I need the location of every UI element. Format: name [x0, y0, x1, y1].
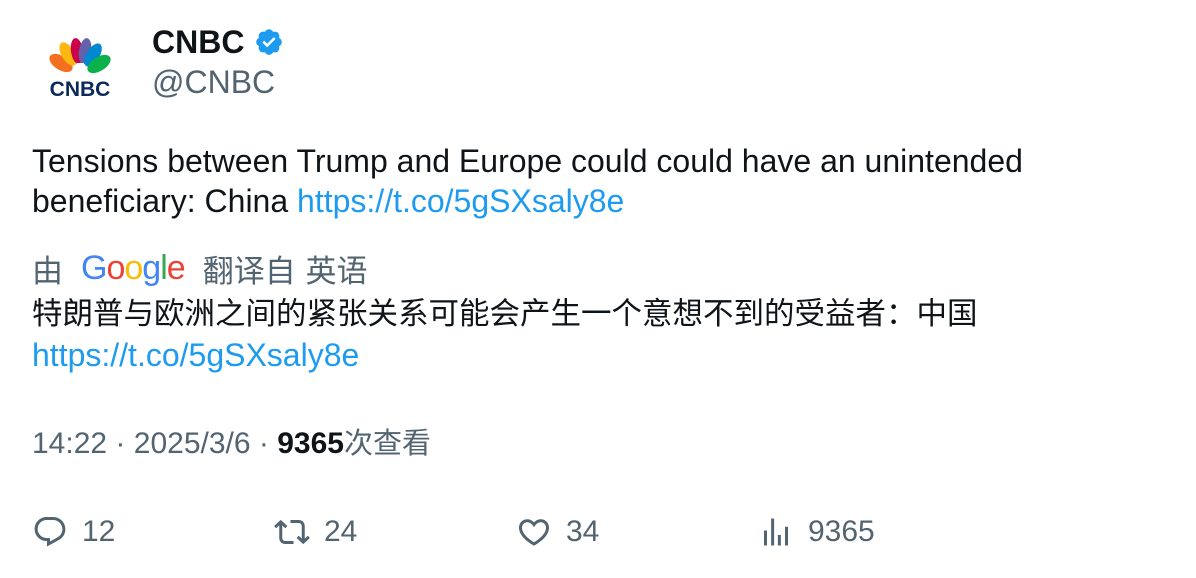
translation-from-label: 翻译自 英语 [202, 253, 368, 290]
translated-link[interactable]: https://t.co/5gSXsaly8e [32, 335, 359, 375]
reply-icon [34, 517, 66, 547]
reply-button[interactable]: 12 [32, 510, 115, 554]
tweet-card: CNBC CNBC @CNBC Tensions between Trump a… [0, 0, 1196, 578]
cnbc-peacock-logo-icon: CNBC [49, 38, 111, 101]
retweet-button[interactable]: 24 [274, 510, 357, 554]
reply-count: 12 [82, 515, 116, 548]
like-count: 34 [566, 515, 600, 548]
views-action-count: 9365 [808, 515, 875, 548]
retweet-count: 24 [324, 515, 358, 548]
meta-separator: · [115, 427, 126, 460]
views-count: 9365 [277, 427, 344, 460]
author-handle[interactable]: @CNBC [152, 62, 275, 102]
author-display-name[interactable]: CNBC [152, 22, 284, 62]
tweet-time[interactable]: 14:22 [32, 427, 107, 460]
translation-attribution: 由 Google 翻译自 英语 [32, 246, 368, 290]
google-logo: Google [81, 248, 186, 287]
verified-badge-icon [256, 29, 283, 55]
translation-by-label: 由 [32, 253, 63, 290]
cnbc-avatar[interactable]: CNBC [32, 24, 128, 120]
heart-icon [518, 519, 550, 546]
tweet-date[interactable]: 2025/3/6 [134, 427, 251, 460]
cnbc-logo-wordmark: CNBC [50, 78, 111, 101]
tweet-text: Tensions between Trump and Europe could … [32, 141, 1152, 221]
author-name-text[interactable]: CNBC [152, 22, 244, 62]
tweet-meta: 14:22 · 2025/3/6 · 9365次查看 [32, 423, 431, 464]
tweet-link[interactable]: https://t.co/5gSXsaly8e [297, 183, 624, 219]
translated-text: 特朗普与欧洲之间的紧张关系可能会产生一个意想不到的受益者：中国 [32, 297, 978, 332]
views-button[interactable]: 9365 [758, 510, 875, 554]
retweet-icon [274, 519, 310, 545]
views-label: 次查看 [343, 426, 431, 460]
like-button[interactable]: 34 [516, 510, 599, 554]
analytics-icon [764, 518, 788, 546]
meta-separator-2: · [258, 427, 269, 460]
